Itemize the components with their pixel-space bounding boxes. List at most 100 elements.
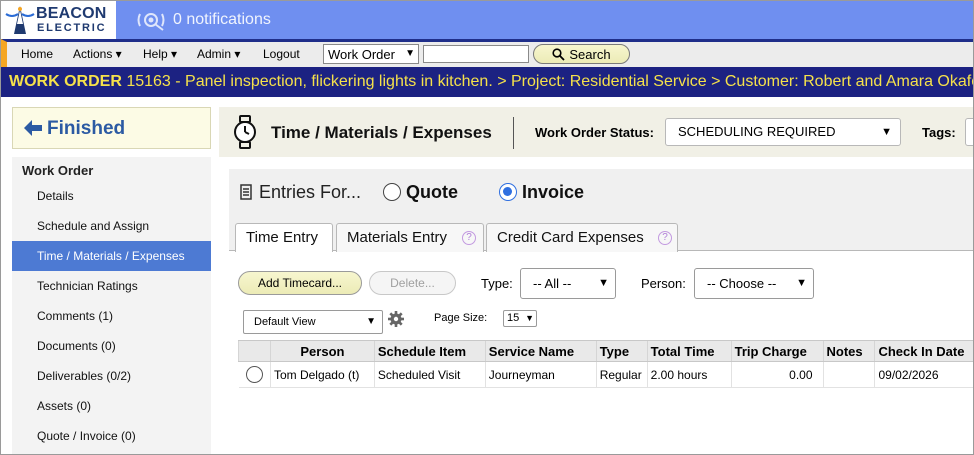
logo[interactable]: BEACON ELECTRIC — [1, 1, 116, 39]
quote-radio[interactable] — [383, 183, 401, 201]
notifications-icon[interactable] — [137, 9, 165, 31]
sidebar-item-comments[interactable]: Comments (1) — [12, 301, 211, 331]
status-value: SCHEDULING REQUIRED — [678, 124, 836, 139]
type-filter-select[interactable]: -- All -- ▼ — [520, 268, 616, 299]
column-header-notes[interactable]: Notes — [822, 340, 875, 362]
sidebar-item-documents[interactable]: Documents (0) — [12, 331, 211, 361]
column-header-select — [238, 340, 271, 362]
search-icon — [552, 47, 566, 61]
top-bar: BEACON ELECTRIC 0 notifications — [1, 1, 973, 39]
column-header-schedule-item[interactable]: Schedule Item — [373, 340, 486, 362]
tab-label: Time Entry — [246, 229, 318, 246]
chevron-down-icon: ▼ — [796, 277, 807, 289]
nav-actions-menu[interactable]: Actions ▾ — [73, 47, 122, 61]
page-header: Time / Materials / Expenses Work Order S… — [219, 107, 973, 157]
sidebar: Work Order Details Schedule and Assign T… — [12, 157, 211, 454]
add-timecard-button[interactable]: Add Timecard... — [238, 271, 362, 295]
cell-person: Tom Delgado (t) — [269, 361, 375, 388]
gear-icon[interactable] — [387, 310, 405, 328]
logo-subtext: ELECTRIC — [37, 22, 107, 34]
invoice-radio[interactable] — [499, 183, 517, 201]
sidebar-item-quote-invoice[interactable]: Quote / Invoice (0) — [12, 421, 211, 451]
nav-home[interactable]: Home — [21, 47, 53, 61]
tab-label: Materials Entry — [347, 229, 448, 246]
delete-button[interactable]: Delete... — [369, 271, 456, 295]
column-header-trip-charge[interactable]: Trip Charge — [730, 340, 824, 362]
chevron-down-icon: ▼ — [598, 277, 609, 289]
help-icon[interactable]: ? — [462, 231, 476, 245]
chevron-down-icon: ▼ — [525, 313, 534, 323]
sidebar-item-assets[interactable]: Assets (0) — [12, 391, 211, 421]
header-divider — [513, 117, 514, 149]
chevron-down-icon: ▼ — [881, 126, 892, 138]
cell-notes — [822, 361, 875, 388]
row-select-cell[interactable] — [238, 361, 271, 388]
notifications-count[interactable]: 0 notifications — [173, 11, 271, 29]
tab-label: Credit Card Expenses — [497, 229, 644, 246]
nav-bar: Home Actions ▾ Help ▾ Admin ▾ Logout Wor… — [1, 39, 973, 67]
search-input[interactable] — [423, 45, 529, 63]
finished-button[interactable]: Finished — [12, 107, 211, 149]
column-header-person[interactable]: Person — [269, 340, 375, 362]
view-value: Default View — [254, 316, 316, 328]
cell-total-time: 2.00 hours — [646, 361, 732, 388]
tab-bar: Time Entry Materials Entry ? Credit Card… — [229, 213, 973, 253]
sidebar-heading: Work Order — [22, 163, 94, 178]
entries-for-label: Entries For... — [259, 182, 362, 202]
person-filter-select[interactable]: -- Choose -- ▼ — [694, 268, 814, 299]
tab-materials-entry[interactable]: Materials Entry ? — [336, 223, 484, 252]
nav-admin-menu[interactable]: Admin ▾ — [197, 47, 240, 61]
column-header-total-time[interactable]: Total Time — [646, 340, 732, 362]
type-filter-value: -- All -- — [533, 276, 572, 291]
cell-check-in-date: 09/02/2026 — [874, 361, 973, 388]
type-filter-label: Type: — [481, 276, 513, 291]
page-title: Time / Materials / Expenses — [271, 123, 492, 142]
lighthouse-logo-icon — [5, 6, 35, 34]
time-entries-table: Person Schedule Item Service Name Type T… — [238, 340, 973, 388]
page-size-select[interactable]: 15 ▼ — [503, 310, 537, 327]
breadcrumb: WORK ORDER 15163 - Panel inspection, fli… — [1, 67, 973, 97]
sidebar-item-technician-ratings[interactable]: Technician Ratings — [12, 271, 211, 301]
row-select-radio[interactable] — [245, 366, 263, 383]
cell-schedule-item: Scheduled Visit — [373, 361, 486, 388]
receipt-icon — [240, 184, 252, 200]
status-select[interactable]: SCHEDULING REQUIRED ▼ — [665, 118, 901, 146]
arrow-left-icon — [24, 120, 42, 136]
chevron-down-icon: ▼ — [366, 316, 376, 327]
search-scope-value: Work Order — [328, 46, 395, 62]
nav-logout[interactable]: Logout — [263, 47, 300, 61]
tab-credit-card-expenses[interactable]: Credit Card Expenses ? — [486, 223, 678, 252]
column-header-type[interactable]: Type — [595, 340, 648, 362]
search-button-label: Search — [569, 46, 611, 62]
sidebar-item-deliverables[interactable]: Deliverables (0/2) — [12, 361, 211, 391]
table-header-row: Person Schedule Item Service Name Type T… — [238, 340, 973, 362]
cell-trip-charge: 0.00 — [730, 361, 824, 388]
view-select[interactable]: Default View ▼ — [243, 310, 383, 334]
nav-help-menu[interactable]: Help ▾ — [143, 47, 177, 61]
stopwatch-icon — [234, 115, 256, 149]
search-button[interactable]: Search — [533, 44, 630, 64]
sidebar-item-schedule[interactable]: Schedule and Assign — [12, 211, 211, 241]
invoice-radio-label[interactable]: Invoice — [522, 182, 584, 203]
page-size-label: Page Size: — [434, 312, 488, 324]
cell-type: Regular — [595, 361, 648, 388]
tab-time-entry[interactable]: Time Entry — [235, 223, 333, 253]
app-window: BEACON ELECTRIC 0 notifications Home Act… — [0, 0, 974, 455]
help-icon[interactable]: ? — [658, 231, 672, 245]
quote-radio-label[interactable]: Quote — [406, 182, 458, 203]
column-header-service-name[interactable]: Service Name — [484, 340, 597, 362]
status-label: Work Order Status: — [535, 125, 654, 140]
search-scope-select[interactable]: Work Order ▼ — [323, 44, 419, 64]
chevron-down-icon: ▼ — [405, 48, 415, 59]
page-size-value: 15 — [507, 312, 520, 324]
person-filter-label: Person: — [641, 276, 686, 291]
sidebar-item-time-materials[interactable]: Time / Materials / Expenses — [12, 241, 211, 271]
column-header-check-in-date[interactable]: Check In Date — [874, 340, 973, 362]
finished-label: Finished — [47, 118, 126, 139]
tags-label: Tags: — [922, 125, 956, 140]
table-row[interactable]: Tom Delgado (t) Scheduled Visit Journeym… — [238, 361, 973, 388]
breadcrumb-wo-label: WORK ORDER — [9, 73, 122, 90]
breadcrumb-path[interactable]: 15163 - Panel inspection, flickering lig… — [122, 73, 973, 90]
tags-input[interactable] — [965, 118, 973, 146]
sidebar-item-details[interactable]: Details — [12, 181, 211, 211]
